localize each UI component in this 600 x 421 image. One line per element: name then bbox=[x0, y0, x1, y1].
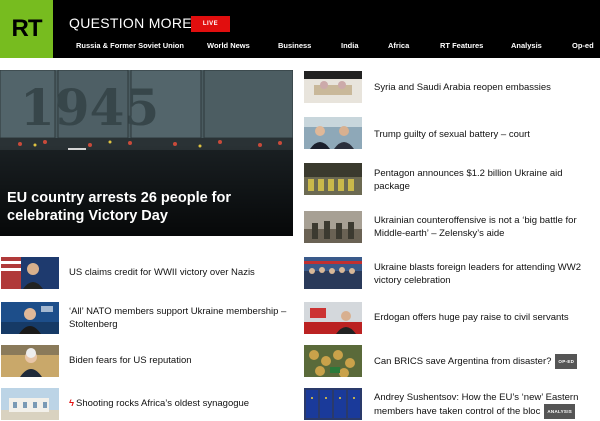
meeting-thumbnail[interactable] bbox=[304, 71, 362, 103]
nav-item-business[interactable]: Business bbox=[278, 41, 311, 50]
erdogan-thumbnail[interactable] bbox=[304, 302, 362, 334]
biden-thumbnail[interactable] bbox=[1, 345, 59, 377]
parade-thumbnail[interactable] bbox=[304, 257, 362, 289]
hero-headline[interactable]: EU country arrests 26 people for celebra… bbox=[7, 189, 287, 225]
synagogue-thumbnail[interactable] bbox=[1, 388, 59, 420]
analysis-tag: ANALYSIS bbox=[544, 404, 576, 419]
coins-thumbnail[interactable] bbox=[304, 345, 362, 377]
right-item-title[interactable]: Andrey Sushentsov: How the EU’s ‘new’ Ea… bbox=[374, 391, 594, 419]
main-nav: Russia & Former Soviet Union World News … bbox=[0, 41, 600, 55]
right-item-text: Can BRICS save Argentina from disaster? bbox=[374, 356, 552, 368]
right-item-title[interactable]: Trump guilty of sexual battery – court bbox=[374, 128, 594, 141]
soldiers-thumbnail[interactable] bbox=[304, 211, 362, 243]
nav-item-features[interactable]: RT Features bbox=[440, 41, 483, 50]
right-item-title[interactable]: Syria and Saudi Arabia reopen embassies bbox=[374, 81, 594, 94]
live-button[interactable]: LIVE bbox=[191, 16, 230, 32]
right-item-title[interactable]: Ukraine blasts foreign leaders for atten… bbox=[374, 261, 594, 287]
right-item-title[interactable]: Erdogan offers huge pay raise to civil s… bbox=[374, 311, 594, 324]
nav-item-africa[interactable]: Africa bbox=[388, 41, 409, 50]
logo-text: RT bbox=[11, 15, 43, 42]
lightning-icon: ϟ bbox=[69, 398, 75, 409]
speaker-thumbnail[interactable] bbox=[1, 257, 59, 289]
eu-flags-thumbnail[interactable] bbox=[304, 388, 362, 420]
left-item-title[interactable]: Biden fears for US reputation bbox=[69, 354, 294, 367]
right-item-title[interactable]: Ukrainian counteroffensive is not a ‘big… bbox=[374, 214, 594, 240]
left-item-title[interactable]: US claims credit for WWII victory over N… bbox=[69, 266, 294, 279]
slogan: QUESTION MORE bbox=[69, 15, 192, 31]
pentagon-thumbnail[interactable] bbox=[304, 163, 362, 195]
nav-item-oped[interactable]: Op-ed bbox=[572, 41, 594, 50]
right-item-title[interactable]: Can BRICS save Argentina from disaster? O… bbox=[374, 354, 594, 369]
nav-item-world[interactable]: World News bbox=[207, 41, 250, 50]
left-item-title[interactable]: ϟ Shooting rocks Africa’s oldest synagogu… bbox=[69, 397, 294, 410]
oped-tag: OP-ED bbox=[555, 354, 578, 369]
right-item-title[interactable]: Pentagon announces $1.2 billion Ukraine … bbox=[374, 167, 594, 193]
nav-item-india[interactable]: India bbox=[341, 41, 359, 50]
left-item-text: Shooting rocks Africa’s oldest synagogue bbox=[76, 398, 250, 409]
nav-item-analysis[interactable]: Analysis bbox=[511, 41, 542, 50]
trump-thumbnail[interactable] bbox=[304, 117, 362, 149]
nato-thumbnail[interactable] bbox=[1, 302, 59, 334]
left-item-title[interactable]: ‘All’ NATO members support Ukraine membe… bbox=[69, 305, 294, 331]
site-header: RT QUESTION MORE LIVE Russia & Former So… bbox=[0, 0, 600, 58]
nav-item-russia[interactable]: Russia & Former Soviet Union bbox=[76, 41, 184, 50]
